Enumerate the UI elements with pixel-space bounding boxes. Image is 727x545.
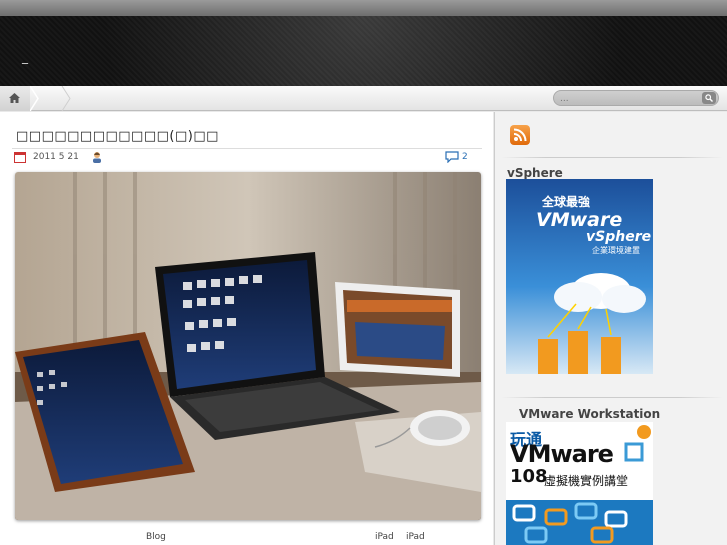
search-box <box>553 90 719 106</box>
post-meta: 2011 5 21 2 <box>14 151 474 166</box>
post-date: 2011 5 21 <box>33 152 79 162</box>
breadcrumb-separator <box>30 86 39 111</box>
post-title[interactable]: □□□□□□□□□□□□(□)□□ <box>16 129 219 144</box>
book-graphics <box>506 425 653 545</box>
rss-icon[interactable] <box>510 125 530 145</box>
home-button[interactable] <box>0 86 30 111</box>
tag-blog[interactable]: Blog <box>146 532 166 542</box>
divider <box>501 157 723 158</box>
site-title[interactable]: _ <box>22 50 28 64</box>
home-icon <box>9 93 20 103</box>
author-icon[interactable] <box>91 151 103 163</box>
post-photo <box>15 172 481 520</box>
calendar-icon <box>14 152 26 163</box>
site-header: _ <box>0 16 727 86</box>
divider <box>501 397 723 398</box>
sidebar: vSphere 全球最強 VMware vSphere 企業環境建置 VMwar… <box>494 112 727 545</box>
book-vsphere[interactable]: 全球最強 VMware vSphere 企業環境建置 <box>506 179 653 374</box>
search-button[interactable] <box>702 92 716 104</box>
divider <box>12 148 482 149</box>
search-input[interactable] <box>560 92 695 105</box>
main-content: □□□□□□□□□□□□(□)□□ 2011 5 21 2 Blog iPad … <box>0 112 493 545</box>
widget-title-vsphere: vSphere <box>507 166 563 180</box>
search-icon <box>705 94 713 102</box>
breadcrumb-separator <box>61 86 71 111</box>
cloud-illustration <box>538 273 646 374</box>
book-workstation[interactable]: 玩通 VMware 108 虛擬機實例講堂 <box>506 422 653 545</box>
widget-title-workstation: VMware Workstation <box>519 407 661 421</box>
nav-bar <box>0 86 727 111</box>
comment-count[interactable]: 2 <box>462 152 468 162</box>
tag-ipad[interactable]: iPad <box>375 532 394 542</box>
tag-ipad[interactable]: iPad <box>406 532 425 542</box>
top-strip <box>0 0 727 16</box>
comment-icon[interactable] <box>445 151 459 163</box>
